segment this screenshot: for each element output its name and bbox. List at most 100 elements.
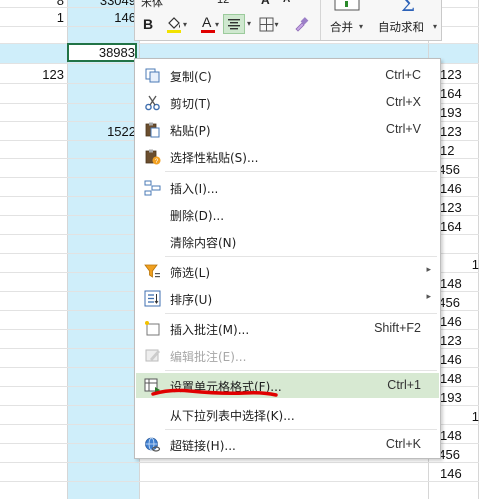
merge-cells-label: 合并 <box>330 20 353 34</box>
cell-value: 1 <box>471 409 479 424</box>
cell-value: 33049 <box>99 0 136 8</box>
format-painter-icon <box>295 17 309 32</box>
menu-item-label: 剪切(T) <box>170 97 211 111</box>
menu-item-label: 删除(D)... <box>170 209 225 223</box>
submenu-arrow-icon: ▸ <box>426 292 431 302</box>
scissors-icon <box>145 95 160 111</box>
menu-separator <box>165 370 437 371</box>
paste-special-icon: ? <box>145 149 161 165</box>
autosum-button[interactable]: Σ 自动求和 ▾ <box>375 0 441 40</box>
menu-item-delete[interactable]: 删除(D)... <box>136 202 439 227</box>
menu-separator <box>165 429 437 430</box>
cell-value: 148 <box>440 428 462 443</box>
menu-item-paste[interactable]: 粘贴(P) Ctrl+V <box>136 117 439 142</box>
menu-item-shortcut: Shift+F2 <box>374 321 421 335</box>
cell-value: 164 <box>440 219 462 234</box>
menu-item-label: 粘贴(P) <box>170 124 211 138</box>
menu-item-sort[interactable]: 排序(U) ▸ <box>136 286 439 311</box>
sigma-icon: Σ <box>401 0 416 16</box>
cell-value: 146 <box>440 466 462 481</box>
menu-item-edit-comment: 编辑批注(E)... <box>136 343 439 368</box>
menu-item-label: 复制(C) <box>170 70 212 84</box>
copy-icon <box>145 68 160 83</box>
chevron-down-icon: ▾ <box>433 22 438 31</box>
font-size-box[interactable]: 12 <box>217 0 229 6</box>
menu-item-label: 编辑批注(E)... <box>170 350 247 364</box>
submenu-arrow-icon: ▸ <box>426 265 431 275</box>
grow-font-button[interactable]: A <box>261 0 270 7</box>
cell-value: 123 <box>42 67 64 82</box>
cell-value: 148 <box>440 276 462 291</box>
menu-item-insert[interactable]: 插入(I)... <box>136 175 439 200</box>
menu-item-shortcut: Ctrl+C <box>385 68 421 82</box>
menu-item-shortcut: Ctrl+K <box>385 437 421 451</box>
cell-value: 193 <box>440 105 462 120</box>
menu-item-copy[interactable]: 复制(C) Ctrl+C <box>136 63 439 88</box>
menu-item-shortcut: Ctrl+X <box>385 95 421 109</box>
filter-icon <box>144 264 160 278</box>
edit-comment-icon <box>145 349 160 362</box>
cell-value: 164 <box>440 86 462 101</box>
cell-value: 1522 <box>107 124 136 139</box>
menu-item-label: 清除内容(N) <box>170 236 237 250</box>
menu-item-label: 插入(I)... <box>170 182 219 196</box>
row-border <box>0 462 479 463</box>
chevron-down-icon: ▾ <box>214 19 219 29</box>
cell-value: 12 <box>440 143 455 158</box>
menu-separator <box>165 313 437 314</box>
chevron-down-icon: ▾ <box>182 19 187 29</box>
mini-toolbar: 宋体 12 A A B ▾ A ▾ ▾ ▾ <box>134 0 442 41</box>
cell-value: 148 <box>440 371 462 386</box>
menu-item-clear-contents[interactable]: 清除内容(N) <box>136 229 439 254</box>
bold-button[interactable]: B <box>139 14 157 34</box>
menu-item-label: 筛选(L) <box>170 266 211 280</box>
menu-item-label: 插入批注(M)... <box>170 323 250 337</box>
chevron-down-icon: ▾ <box>359 22 364 31</box>
menu-item-label: 选择性粘贴(S)... <box>170 151 259 165</box>
menu-item-pick-from-list[interactable]: 从下拉列表中选择(K)... <box>136 402 439 427</box>
merge-cells-button[interactable]: 合并 ▾ <box>327 0 367 40</box>
merge-cells-icon <box>334 0 360 11</box>
menu-item-paste-special[interactable]: ? 选择性粘贴(S)... <box>136 144 439 169</box>
chevron-down-icon[interactable]: ▾ <box>247 19 251 28</box>
red-underline-annotation <box>151 388 278 397</box>
borders-icon <box>259 17 274 31</box>
font-name-box[interactable]: 宋体 <box>141 0 163 10</box>
cell-value: 146 <box>114 10 136 25</box>
borders-button[interactable]: ▾ <box>255 14 283 34</box>
format-painter-button[interactable] <box>291 14 311 34</box>
menu-item-label: 排序(U) <box>170 293 213 307</box>
menu-item-shortcut: Ctrl+V <box>385 122 421 136</box>
cell-value: 1 <box>56 10 64 25</box>
fill-color-button[interactable]: ▾ <box>161 14 191 34</box>
autosum-label: 自动求和 <box>378 20 424 34</box>
toolbar-divider <box>320 0 321 40</box>
cell-value: 146 <box>440 314 462 329</box>
font-color-button[interactable]: A ▾ <box>195 14 225 34</box>
menu-item-insert-comment[interactable]: 插入批注(M)... Shift+F2 <box>136 316 439 341</box>
chevron-down-icon: ▾ <box>274 19 279 29</box>
align-center-icon <box>228 19 240 30</box>
font-color-label: A <box>201 14 212 30</box>
paste-icon <box>145 122 160 138</box>
insert-icon <box>144 180 161 196</box>
hyperlink-icon <box>145 437 161 452</box>
shrink-font-button[interactable]: A <box>283 0 290 5</box>
bold-label: B <box>142 16 154 32</box>
cell-value: 123 <box>440 124 462 139</box>
cell-value: 8 <box>56 0 64 8</box>
cell-value: 193 <box>440 390 462 405</box>
cell-value: 123 <box>440 67 462 82</box>
cell-value: 123 <box>440 200 462 215</box>
menu-item-cut[interactable]: 剪切(T) Ctrl+X <box>136 90 439 115</box>
insert-comment-icon <box>145 321 160 336</box>
menu-item-label: 从下拉列表中选择(K)... <box>170 409 295 423</box>
cell-value: 1 <box>471 257 479 272</box>
menu-item-hyperlink[interactable]: 超链接(H)... Ctrl+K <box>136 432 439 457</box>
cell-value: 146 <box>440 181 462 196</box>
menu-separator <box>165 256 437 257</box>
menu-item-filter[interactable]: 筛选(L) ▸ <box>136 259 439 284</box>
align-center-button[interactable] <box>223 14 245 34</box>
cell-value: 123 <box>440 333 462 348</box>
active-cell-value: 38983 <box>98 45 135 60</box>
